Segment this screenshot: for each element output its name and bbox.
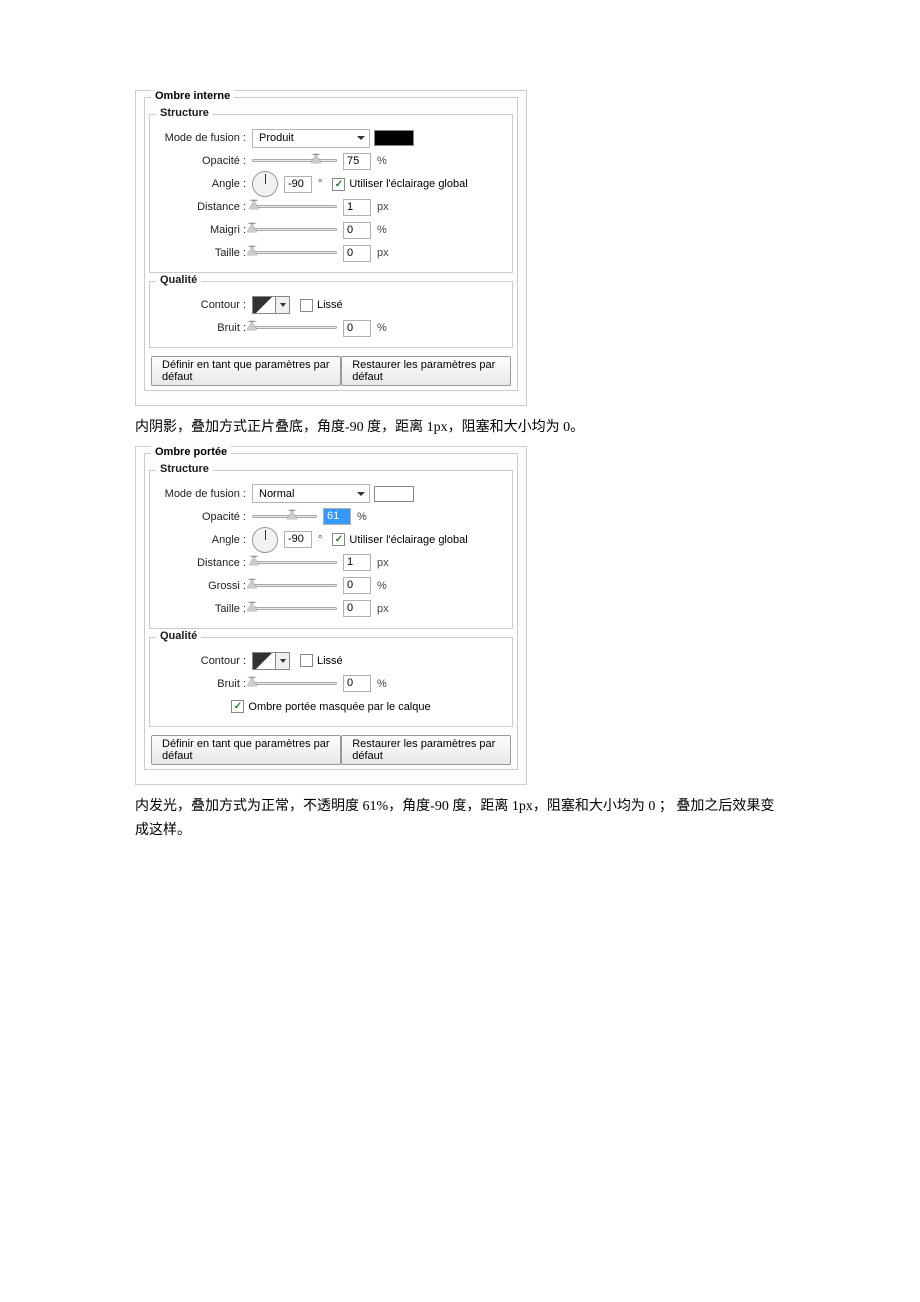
quality-title: Qualité [156,630,201,642]
distance-unit: px [377,557,389,569]
chevron-down-icon [357,136,365,140]
blend-mode-label: Mode de fusion : [156,132,252,144]
size-unit: px [377,247,389,259]
noise-unit: % [377,322,387,334]
distance-unit: px [377,201,389,213]
choke-unit: % [377,224,387,236]
contour-picker[interactable] [252,296,276,314]
size-slider[interactable] [252,246,337,260]
angle-input[interactable]: -90 [284,176,312,193]
blend-mode-value: Normal [259,488,294,500]
structure-fieldset: Structure Mode de fusion : Produit Opaci… [149,114,513,273]
spread-input[interactable]: 0 [343,577,371,594]
make-default-button[interactable]: Définir en tant que paramètres par défau… [151,356,341,386]
angle-dial[interactable] [252,171,278,197]
choke-input[interactable]: 0 [343,222,371,239]
noise-slider[interactable] [252,677,337,691]
opacity-input[interactable]: 75 [343,153,371,170]
opacity-slider[interactable] [252,510,317,524]
panel-title: Ombre portée [151,446,231,458]
structure-fieldset: Structure Mode de fusion : Normal Opacit… [149,470,513,629]
angle-dial[interactable] [252,527,278,553]
color-swatch[interactable] [374,486,414,502]
contour-label: Contour : [156,299,252,311]
antialias-label: Lissé [317,299,343,311]
size-input[interactable]: 0 [343,245,371,262]
distance-input[interactable]: 1 [343,199,371,216]
blend-mode-dropdown[interactable]: Produit [252,129,370,148]
noise-slider[interactable] [252,321,337,335]
global-light-label: Utiliser l'éclairage global [349,534,467,546]
knockout-label: Ombre portée masquée par le calque [248,701,430,713]
color-swatch[interactable] [374,130,414,146]
angle-unit: ° [318,534,322,546]
caption-1: 内阴影，叠加方式正片叠底，角度-90 度，距离 1px，阻塞和大小均为 0。 [135,416,775,440]
opacity-unit: % [357,511,367,523]
quality-title: Qualité [156,274,201,286]
reset-default-button[interactable]: Restaurer les paramètres par défaut [341,735,511,765]
noise-input[interactable]: 0 [343,675,371,692]
size-label: Taille : [156,247,252,259]
blend-mode-dropdown[interactable]: Normal [252,484,370,503]
choke-slider[interactable] [252,223,337,237]
contour-label: Contour : [156,655,252,667]
blend-mode-value: Produit [259,132,294,144]
contour-picker[interactable] [252,652,276,670]
chevron-down-icon [357,492,365,496]
noise-input[interactable]: 0 [343,320,371,337]
global-light-checkbox[interactable] [332,178,345,191]
noise-unit: % [377,678,387,690]
noise-label: Bruit : [156,322,252,334]
outer-fieldset: Ombre interne Structure Mode de fusion :… [144,97,518,391]
size-unit: px [377,603,389,615]
distance-label: Distance : [156,557,252,569]
opacity-input[interactable]: 61 [323,508,351,525]
distance-slider[interactable] [252,556,337,570]
structure-title: Structure [156,463,213,475]
outer-fieldset: Ombre portée Structure Mode de fusion : … [144,453,518,770]
panel-inner-shadow: Ombre interne Structure Mode de fusion :… [135,90,527,406]
quality-fieldset: Qualité Contour : Lissé Bruit : 0 % [149,281,513,348]
opacity-slider[interactable] [252,154,337,168]
opacity-unit: % [377,155,387,167]
angle-label: Angle : [156,178,252,190]
contour-dropdown[interactable] [276,652,290,670]
angle-unit: ° [318,178,322,190]
structure-title: Structure [156,107,213,119]
contour-dropdown[interactable] [276,296,290,314]
opacity-label: Opacité : [156,511,252,523]
choke-label: Maigri : [156,224,252,236]
noise-label: Bruit : [156,678,252,690]
spread-unit: % [377,580,387,592]
caption-2: 内发光，叠加方式为正常，不透明度 61%，角度-90 度，距离 1px，阻塞和大… [135,795,775,843]
knockout-checkbox[interactable] [231,700,244,713]
size-input[interactable]: 0 [343,600,371,617]
make-default-button[interactable]: Définir en tant que paramètres par défau… [151,735,341,765]
reset-default-button[interactable]: Restaurer les paramètres par défaut [341,356,511,386]
antialias-checkbox[interactable] [300,654,313,667]
angle-label: Angle : [156,534,252,546]
size-slider[interactable] [252,602,337,616]
spread-slider[interactable] [252,579,337,593]
spread-label: Grossi : [156,580,252,592]
size-label: Taille : [156,603,252,615]
antialias-label: Lissé [317,655,343,667]
angle-input[interactable]: -90 [284,531,312,548]
global-light-checkbox[interactable] [332,533,345,546]
panel-drop-shadow: Ombre portée Structure Mode de fusion : … [135,446,527,785]
distance-slider[interactable] [252,200,337,214]
distance-label: Distance : [156,201,252,213]
opacity-label: Opacité : [156,155,252,167]
blend-mode-label: Mode de fusion : [156,488,252,500]
quality-fieldset: Qualité Contour : Lissé Bruit : 0 % Ombr… [149,637,513,727]
antialias-checkbox[interactable] [300,299,313,312]
global-light-label: Utiliser l'éclairage global [349,178,467,190]
panel-title: Ombre interne [151,90,234,102]
distance-input[interactable]: 1 [343,554,371,571]
